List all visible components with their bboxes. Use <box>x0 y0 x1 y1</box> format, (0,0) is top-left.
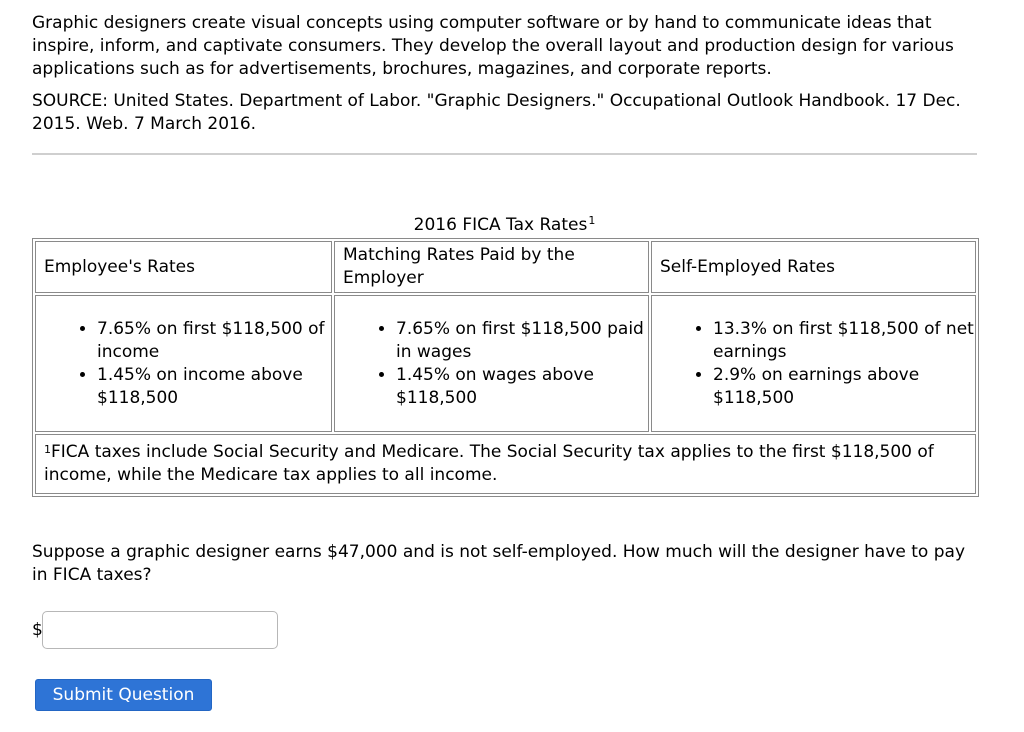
self-employed-rates-list: 13.3% on first $118,500 of net earnings … <box>660 318 975 410</box>
table-caption: 2016 FICA Tax Rates1 <box>32 214 977 236</box>
table-caption-footnote-marker: 1 <box>588 214 596 227</box>
question-text: Suppose a graphic designer earns $47,000… <box>32 542 966 585</box>
fica-rates-table: Employee's Rates Matching Rates Paid by … <box>32 238 979 497</box>
employee-rates-cell: 7.65% on first $118,500 of income 1.45% … <box>35 295 332 432</box>
table-header-row: Employee's Rates Matching Rates Paid by … <box>35 241 976 293</box>
table-caption-text: 2016 FICA Tax Rates <box>413 215 588 235</box>
list-item: 2.9% on earnings above $118,500 <box>713 364 975 410</box>
divider <box>32 153 977 155</box>
list-item: 7.65% on first $118,500 of income <box>97 318 331 364</box>
list-item: 1.45% on wages above $118,500 <box>396 364 648 410</box>
table-rates-row: 7.65% on first $118,500 of income 1.45% … <box>35 295 976 432</box>
header-employee-rates: Employee's Rates <box>35 241 332 293</box>
source-citation: SOURCE: United States. Department of Lab… <box>32 91 961 134</box>
header-employer-rates: Matching Rates Paid by the Employer <box>334 241 649 293</box>
list-item: 1.45% on income above $118,500 <box>97 364 331 410</box>
submit-question-button[interactable]: Submit Question <box>35 679 212 711</box>
answer-input[interactable] <box>42 611 278 649</box>
footnote-marker: 1 <box>44 443 51 456</box>
employer-rates-list: 7.65% on first $118,500 paid in wages 1.… <box>343 318 648 410</box>
table-footnote-cell: 1FICA taxes include Social Security and … <box>35 434 976 494</box>
header-self-employed-rates: Self-Employed Rates <box>651 241 976 293</box>
table-footnote-row: 1FICA taxes include Social Security and … <box>35 434 976 494</box>
list-item: 13.3% on first $118,500 of net earnings <box>713 318 975 364</box>
self-employed-rates-cell: 13.3% on first $118,500 of net earnings … <box>651 295 976 432</box>
list-item: 7.65% on first $118,500 paid in wages <box>396 318 648 364</box>
employee-rates-list: 7.65% on first $118,500 of income 1.45% … <box>44 318 331 410</box>
employer-rates-cell: 7.65% on first $118,500 paid in wages 1.… <box>334 295 649 432</box>
footnote-text: FICA taxes include Social Security and M… <box>44 442 934 485</box>
intro-paragraph: Graphic designers create visual concepts… <box>32 13 954 79</box>
